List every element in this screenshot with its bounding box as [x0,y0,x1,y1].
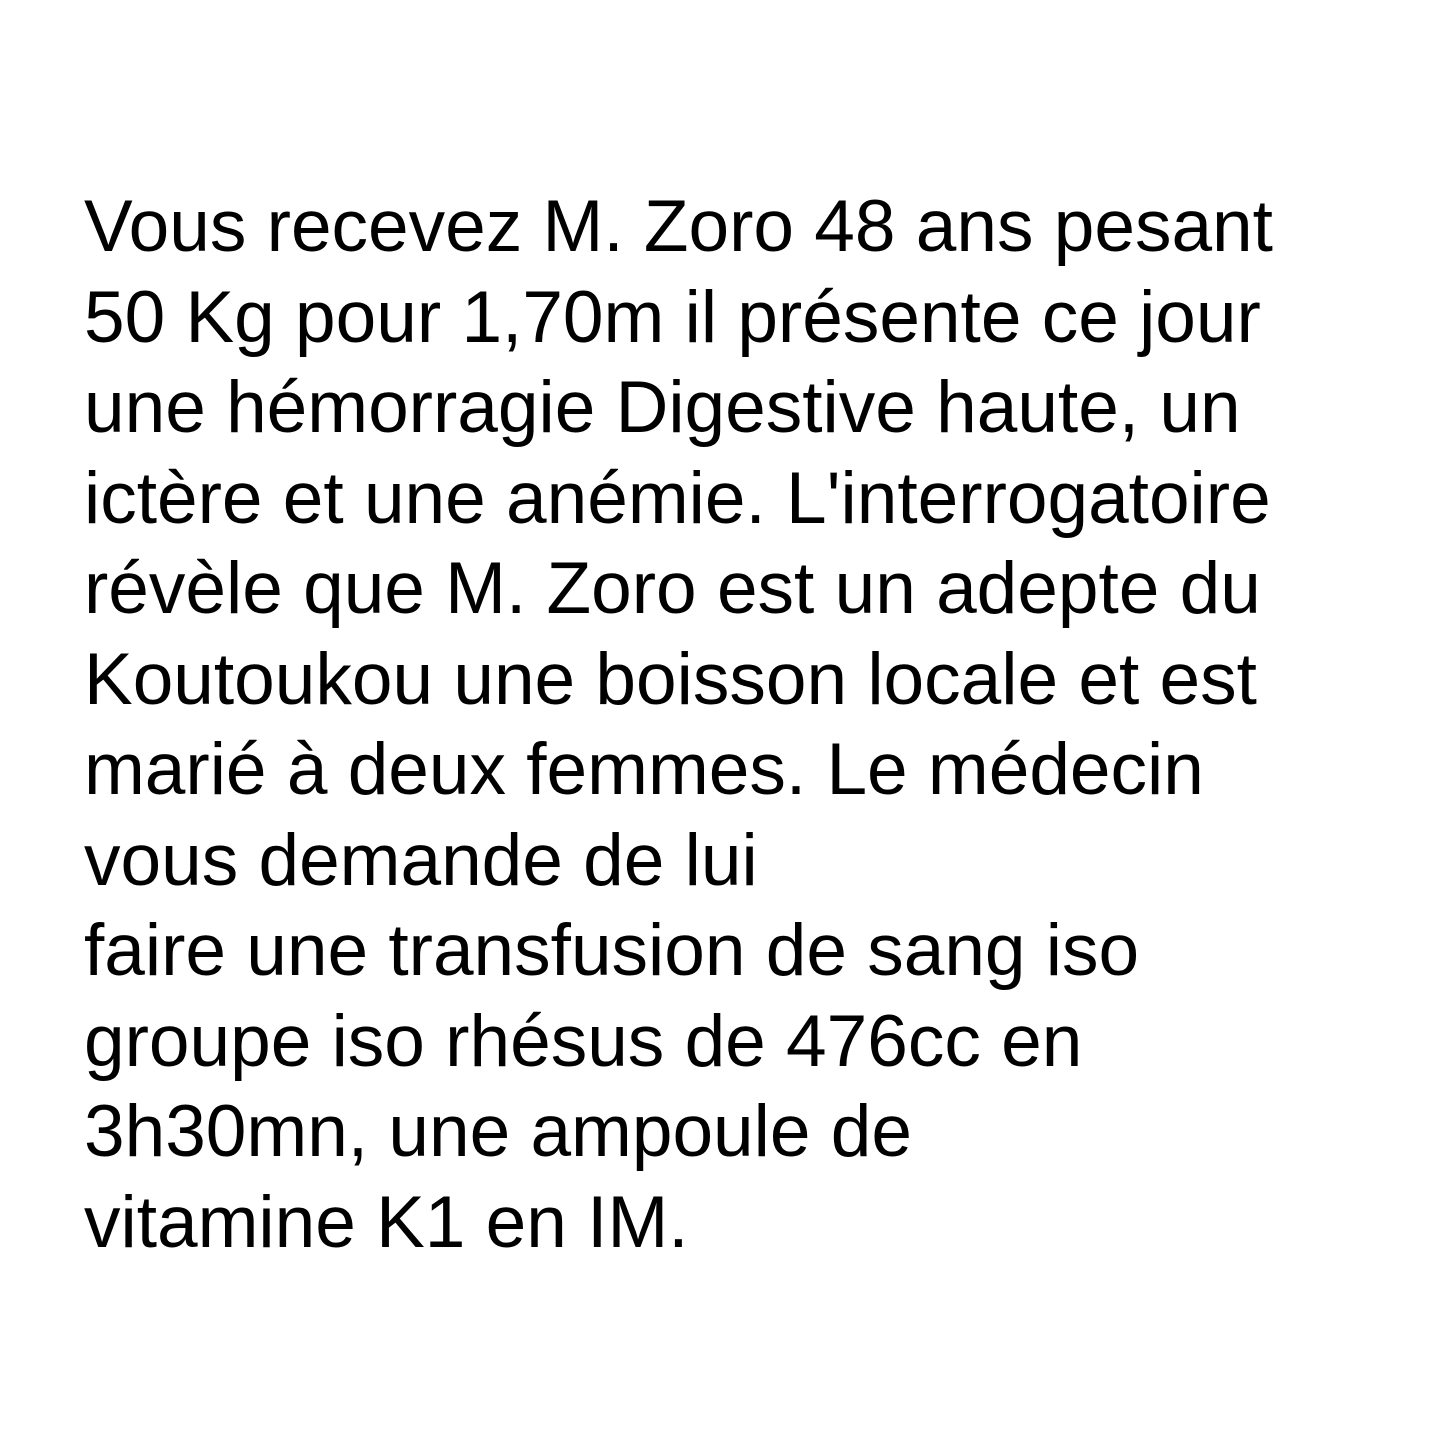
text-line: une hémorragie Digestive haute, un [84,367,1241,448]
body-text: Vous recevez M. Zoro 48 ans pesant 50 Kg… [84,182,1404,1268]
text-line: révèle que M. Zoro est un adepte du [84,548,1261,629]
text-line: ictère et une anémie. L'interrogatoire [84,457,1271,539]
text-line: vous demande de lui [84,819,758,901]
text-line: 50 Kg pour 1,70m il présente ce jour [84,276,1261,358]
text-line: faire une transfusion de sang iso [84,910,1140,991]
text-line: Koutoukou une boisson locale et est [84,638,1257,720]
text-line: vitamine K1 en IM. [84,1181,689,1263]
text-line: Vous recevez M. Zoro 48 ans pesant [84,186,1273,267]
page: Vous recevez M. Zoro 48 ans pesant 50 Kg… [0,0,1440,1440]
text-line: 3h30mn, une ampoule de [84,1091,912,1172]
text-line: marié à deux femmes. Le médecin [84,729,1204,810]
text-line: groupe iso rhésus de 476cc en [84,1000,1083,1082]
